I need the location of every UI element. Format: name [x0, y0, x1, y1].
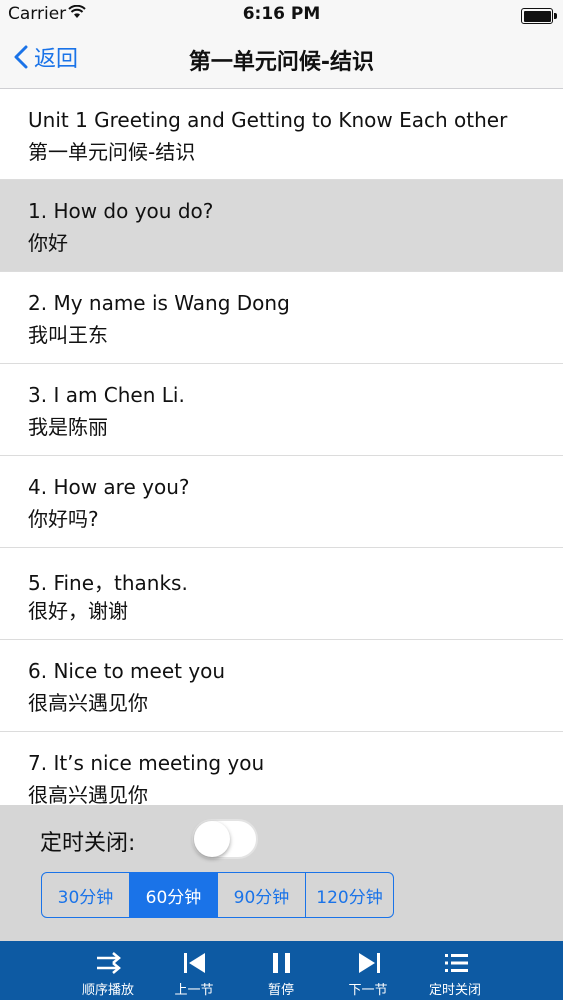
page-title: 第一单元问候-结识 — [188, 50, 375, 75]
unit-title-zh: 第一单元问候-结识 — [28, 140, 196, 164]
list-item[interactable]: 3. I am Chen Li. 我是陈丽 — [0, 364, 563, 456]
player-toolbar: 顺序播放 上一节 暂停 下一节 定时关闭 — [0, 941, 563, 1000]
item-en: 3. I am Chen Li. — [28, 383, 185, 407]
unit-title-en: Unit 1 Greeting and Getting to Know Each… — [28, 108, 508, 132]
timer-duration-segmented-control: 30分钟 60分钟 90分钟 120分钟 — [41, 872, 394, 918]
item-zh: 我是陈丽 — [28, 415, 108, 439]
item-zh: 很高兴遇见你 — [28, 783, 148, 805]
previous-label: 上一节 — [174, 983, 214, 998]
shuffle-order-icon — [97, 952, 121, 974]
next-label: 下一节 — [348, 983, 388, 998]
timer-close-button[interactable]: 定时关闭 — [420, 941, 490, 1000]
next-button[interactable]: 下一节 — [333, 941, 403, 1000]
list-item[interactable]: 2. My name is Wang Dong 我叫王东 — [0, 272, 563, 364]
navigation-bar: 返回 第一单元问候-结识 — [0, 30, 563, 89]
duration-option-30[interactable]: 30分钟 — [42, 873, 130, 917]
timer-label: 定时关闭: — [40, 831, 136, 856]
duration-option-60[interactable]: 60分钟 — [130, 873, 218, 917]
duration-option-120[interactable]: 120分钟 — [306, 873, 393, 917]
toggle-knob — [194, 821, 230, 857]
list-item[interactable]: 4. How are you? 你好吗? — [0, 456, 563, 548]
duration-option-90[interactable]: 90分钟 — [218, 873, 306, 917]
list-item[interactable]: 6. Nice to meet you 很高兴遇见你 — [0, 640, 563, 732]
list-item[interactable]: 1. How do you do? 你好 — [0, 180, 563, 272]
skip-previous-icon — [184, 953, 205, 973]
pause-button[interactable]: 暂停 — [246, 941, 316, 1000]
list-item[interactable]: 5. Fine，thanks. 很好，谢谢 — [0, 548, 563, 640]
previous-button[interactable]: 上一节 — [159, 941, 229, 1000]
item-en: 1. How do you do? — [28, 199, 214, 223]
status-bar: Carrier 6:16 PM — [0, 0, 563, 30]
item-en: 4. How are you? — [28, 475, 190, 499]
skip-next-icon — [359, 953, 380, 973]
timer-panel: 定时关闭: 30分钟 60分钟 90分钟 120分钟 — [0, 805, 563, 941]
status-time: 6:16 PM — [242, 4, 321, 24]
play-order-button[interactable]: 顺序播放 — [73, 941, 143, 1000]
item-en: 7. It’s nice meeting you — [28, 751, 265, 775]
unit-header: Unit 1 Greeting and Getting to Know Each… — [0, 89, 563, 180]
item-zh: 我叫王东 — [28, 323, 108, 347]
play-order-label: 顺序播放 — [81, 983, 134, 998]
item-en: 6. Nice to meet you — [28, 659, 226, 683]
list-item[interactable]: 7. It’s nice meeting you 很高兴遇见你 — [0, 732, 563, 805]
item-zh: 你好吗? — [28, 507, 99, 531]
timer-toggle[interactable] — [192, 819, 258, 859]
item-zh: 你好 — [28, 231, 68, 255]
timer-close-label: 定时关闭 — [428, 983, 481, 998]
pause-icon — [273, 953, 290, 973]
item-en: 2. My name is Wang Dong — [28, 291, 290, 315]
pause-label: 暂停 — [267, 983, 294, 998]
item-en: 5. Fine，thanks. — [28, 571, 188, 595]
lesson-list[interactable]: Unit 1 Greeting and Getting to Know Each… — [0, 89, 563, 805]
list-icon — [445, 954, 468, 972]
item-zh: 很好，谢谢 — [28, 599, 128, 623]
item-zh: 很高兴遇见你 — [28, 691, 148, 715]
battery-icon — [521, 8, 557, 24]
